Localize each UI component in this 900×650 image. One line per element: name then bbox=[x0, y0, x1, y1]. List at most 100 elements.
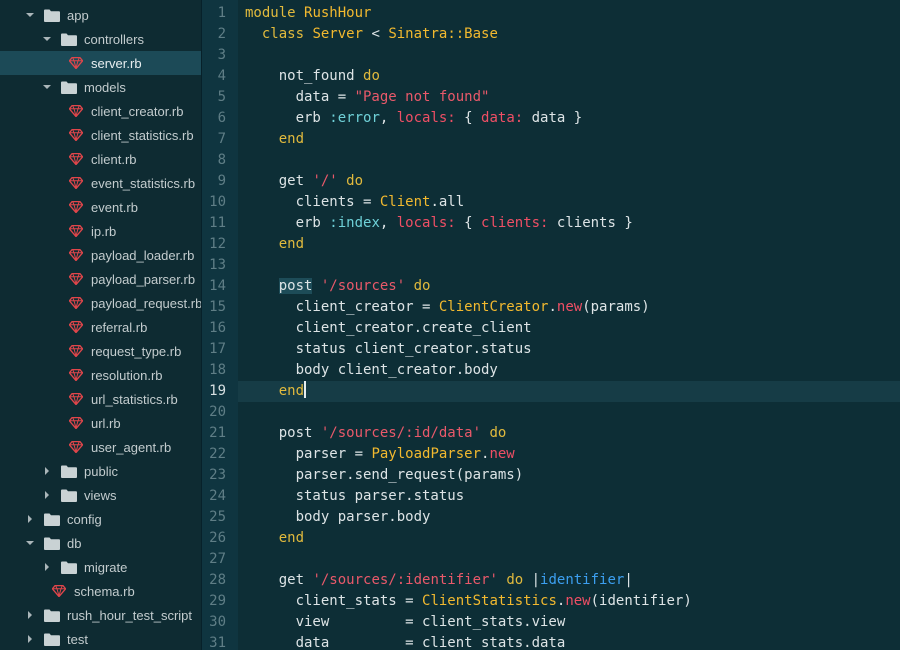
tree-file-user-agent-rb[interactable]: user_agent.rb bbox=[0, 435, 201, 459]
text-cursor bbox=[304, 381, 307, 398]
ruby-file-icon bbox=[68, 296, 84, 310]
code-line[interactable]: status parser.status bbox=[245, 486, 465, 507]
chevron-down-icon[interactable] bbox=[41, 82, 53, 92]
code-token: client_stats = bbox=[245, 593, 423, 609]
code-editor[interactable]: module RushHour class Server < Sinatra::… bbox=[238, 0, 900, 650]
tree-folder-models[interactable]: models bbox=[0, 75, 201, 99]
code-line[interactable]: client_creator = ClientCreator.new(param… bbox=[245, 297, 650, 318]
code-token: new bbox=[489, 446, 515, 462]
code-token: do bbox=[346, 173, 364, 189]
code-line[interactable]: parser = PayloadParser.new bbox=[245, 444, 515, 465]
code-token: '/' bbox=[312, 173, 338, 189]
tree-file-payload-loader-rb[interactable]: payload_loader.rb bbox=[0, 243, 201, 267]
folder-icon bbox=[44, 9, 60, 22]
code-token: clients: bbox=[481, 215, 549, 231]
tree-folder-config[interactable]: config bbox=[0, 507, 201, 531]
code-token: new bbox=[556, 299, 583, 315]
folder-icon bbox=[61, 561, 77, 574]
tree-file-event-rb[interactable]: event.rb bbox=[0, 195, 201, 219]
tree-folder-views[interactable]: views bbox=[0, 483, 201, 507]
line-number: 30 bbox=[209, 614, 226, 630]
tree-folder-public[interactable]: public bbox=[0, 459, 201, 483]
code-line[interactable]: clients = Client.all bbox=[245, 192, 465, 213]
tree-file-payload-request-rb[interactable]: payload_request.rb bbox=[0, 291, 201, 315]
tree-file-payload-parser-rb[interactable]: payload_parser.rb bbox=[0, 267, 201, 291]
tree-file-server-rb[interactable]: server.rb bbox=[0, 51, 201, 75]
code-line[interactable]: erb :error, locals: { data: data } bbox=[245, 108, 583, 129]
tree-file-url-rb[interactable]: url.rb bbox=[0, 411, 201, 435]
file-tree-sidebar: app controllers server.rb models client_crea… bbox=[0, 0, 201, 650]
code-token: ClientStatistics bbox=[422, 593, 557, 609]
line-number: 15 bbox=[209, 299, 226, 315]
tree-folder-test[interactable]: test bbox=[0, 627, 201, 650]
chevron-right-icon[interactable] bbox=[24, 634, 36, 644]
code-line[interactable]: erb :index, locals: { clients: clients } bbox=[245, 213, 633, 234]
tree-file-schema-rb[interactable]: schema.rb bbox=[0, 579, 201, 603]
chevron-down-icon[interactable] bbox=[41, 34, 53, 44]
code-line[interactable]: class Server < Sinatra::Base bbox=[245, 24, 498, 45]
line-number: 27 bbox=[209, 551, 226, 567]
code-line[interactable]: body client_creator.body bbox=[245, 360, 498, 381]
code-line[interactable]: end bbox=[245, 528, 304, 549]
code-line[interactable]: client_stats = ClientStatistics.new(iden… bbox=[245, 591, 692, 612]
code-line[interactable]: data = client_stats.data bbox=[245, 633, 566, 650]
code-token: status client_creator.status bbox=[245, 341, 532, 357]
chevron-right-icon[interactable] bbox=[24, 514, 36, 524]
code-line[interactable]: get '/' do bbox=[245, 171, 363, 192]
tree-file-event-statistics-rb[interactable]: event_statistics.rb bbox=[0, 171, 201, 195]
code-token: . bbox=[548, 299, 557, 315]
tree-file-resolution-rb[interactable]: resolution.rb bbox=[0, 363, 201, 387]
code-line[interactable]: parser.send_request(params) bbox=[245, 465, 524, 486]
tree-file-ip-rb[interactable]: ip.rb bbox=[0, 219, 201, 243]
code-token: :index bbox=[329, 215, 380, 231]
code-line[interactable]: not_found do bbox=[245, 66, 380, 87]
code-line[interactable]: module RushHour bbox=[245, 3, 371, 24]
tree-folder-app[interactable]: app bbox=[0, 3, 201, 27]
tree-file-client-creator-rb[interactable]: client_creator.rb bbox=[0, 99, 201, 123]
code-line[interactable]: status client_creator.status bbox=[245, 339, 532, 360]
code-line[interactable]: post '/sources/:id/data' do bbox=[245, 423, 507, 444]
chevron-right-icon[interactable] bbox=[41, 466, 53, 476]
code-token: clients = bbox=[245, 194, 380, 210]
tree-file-referral-rb[interactable]: referral.rb bbox=[0, 315, 201, 339]
code-token: Server bbox=[312, 26, 364, 42]
tree-folder-migrate[interactable]: migrate bbox=[0, 555, 201, 579]
chevron-down-icon[interactable] bbox=[24, 538, 36, 548]
tree-folder-db[interactable]: db bbox=[0, 531, 201, 555]
ruby-file-icon bbox=[51, 584, 67, 598]
chevron-right-icon[interactable] bbox=[41, 490, 53, 500]
folder-icon bbox=[44, 513, 60, 526]
code-token: end bbox=[245, 383, 305, 399]
tree-file-client-statistics-rb[interactable]: client_statistics.rb bbox=[0, 123, 201, 147]
tree-folder-controllers[interactable]: controllers bbox=[0, 27, 201, 51]
chevron-down-icon[interactable] bbox=[24, 10, 36, 20]
code-token: locals: bbox=[396, 215, 456, 231]
code-line[interactable]: get '/sources/:identifier' do |identifie… bbox=[245, 570, 633, 591]
code-token: not_found bbox=[245, 68, 364, 84]
code-line[interactable]: client_creator.create_client bbox=[245, 318, 532, 339]
chevron-right-icon[interactable] bbox=[24, 610, 36, 620]
chevron-right-icon[interactable] bbox=[41, 562, 53, 572]
code-line[interactable]: view = client_stats.view bbox=[245, 612, 566, 633]
code-token: locals: bbox=[396, 110, 456, 126]
tree-file-client-rb[interactable]: client.rb bbox=[0, 147, 201, 171]
code-line[interactable]: data = "Page not found" bbox=[245, 87, 490, 108]
tree-file-request-type-rb[interactable]: request_type.rb bbox=[0, 339, 201, 363]
code-token: Sinatra::Base bbox=[388, 26, 498, 42]
code-token: data: bbox=[481, 110, 524, 126]
code-token: do bbox=[506, 572, 524, 588]
code-line[interactable]: end bbox=[245, 234, 304, 255]
code-line[interactable]: end bbox=[245, 129, 304, 150]
line-number: 19 bbox=[209, 383, 226, 399]
line-number: 14 bbox=[209, 278, 226, 294]
code-line[interactable]: end bbox=[245, 381, 307, 402]
tree-file-url-statistics-rb[interactable]: url_statistics.rb bbox=[0, 387, 201, 411]
tree-row-label: test bbox=[67, 631, 88, 647]
tree-row-label: client_creator.rb bbox=[91, 103, 184, 119]
code-line[interactable]: post '/sources' do bbox=[245, 276, 430, 297]
code-token: { bbox=[455, 110, 482, 126]
code-line[interactable]: body parser.body bbox=[245, 507, 431, 528]
tree-folder-rush-hour-test-script[interactable]: rush_hour_test_script bbox=[0, 603, 201, 627]
